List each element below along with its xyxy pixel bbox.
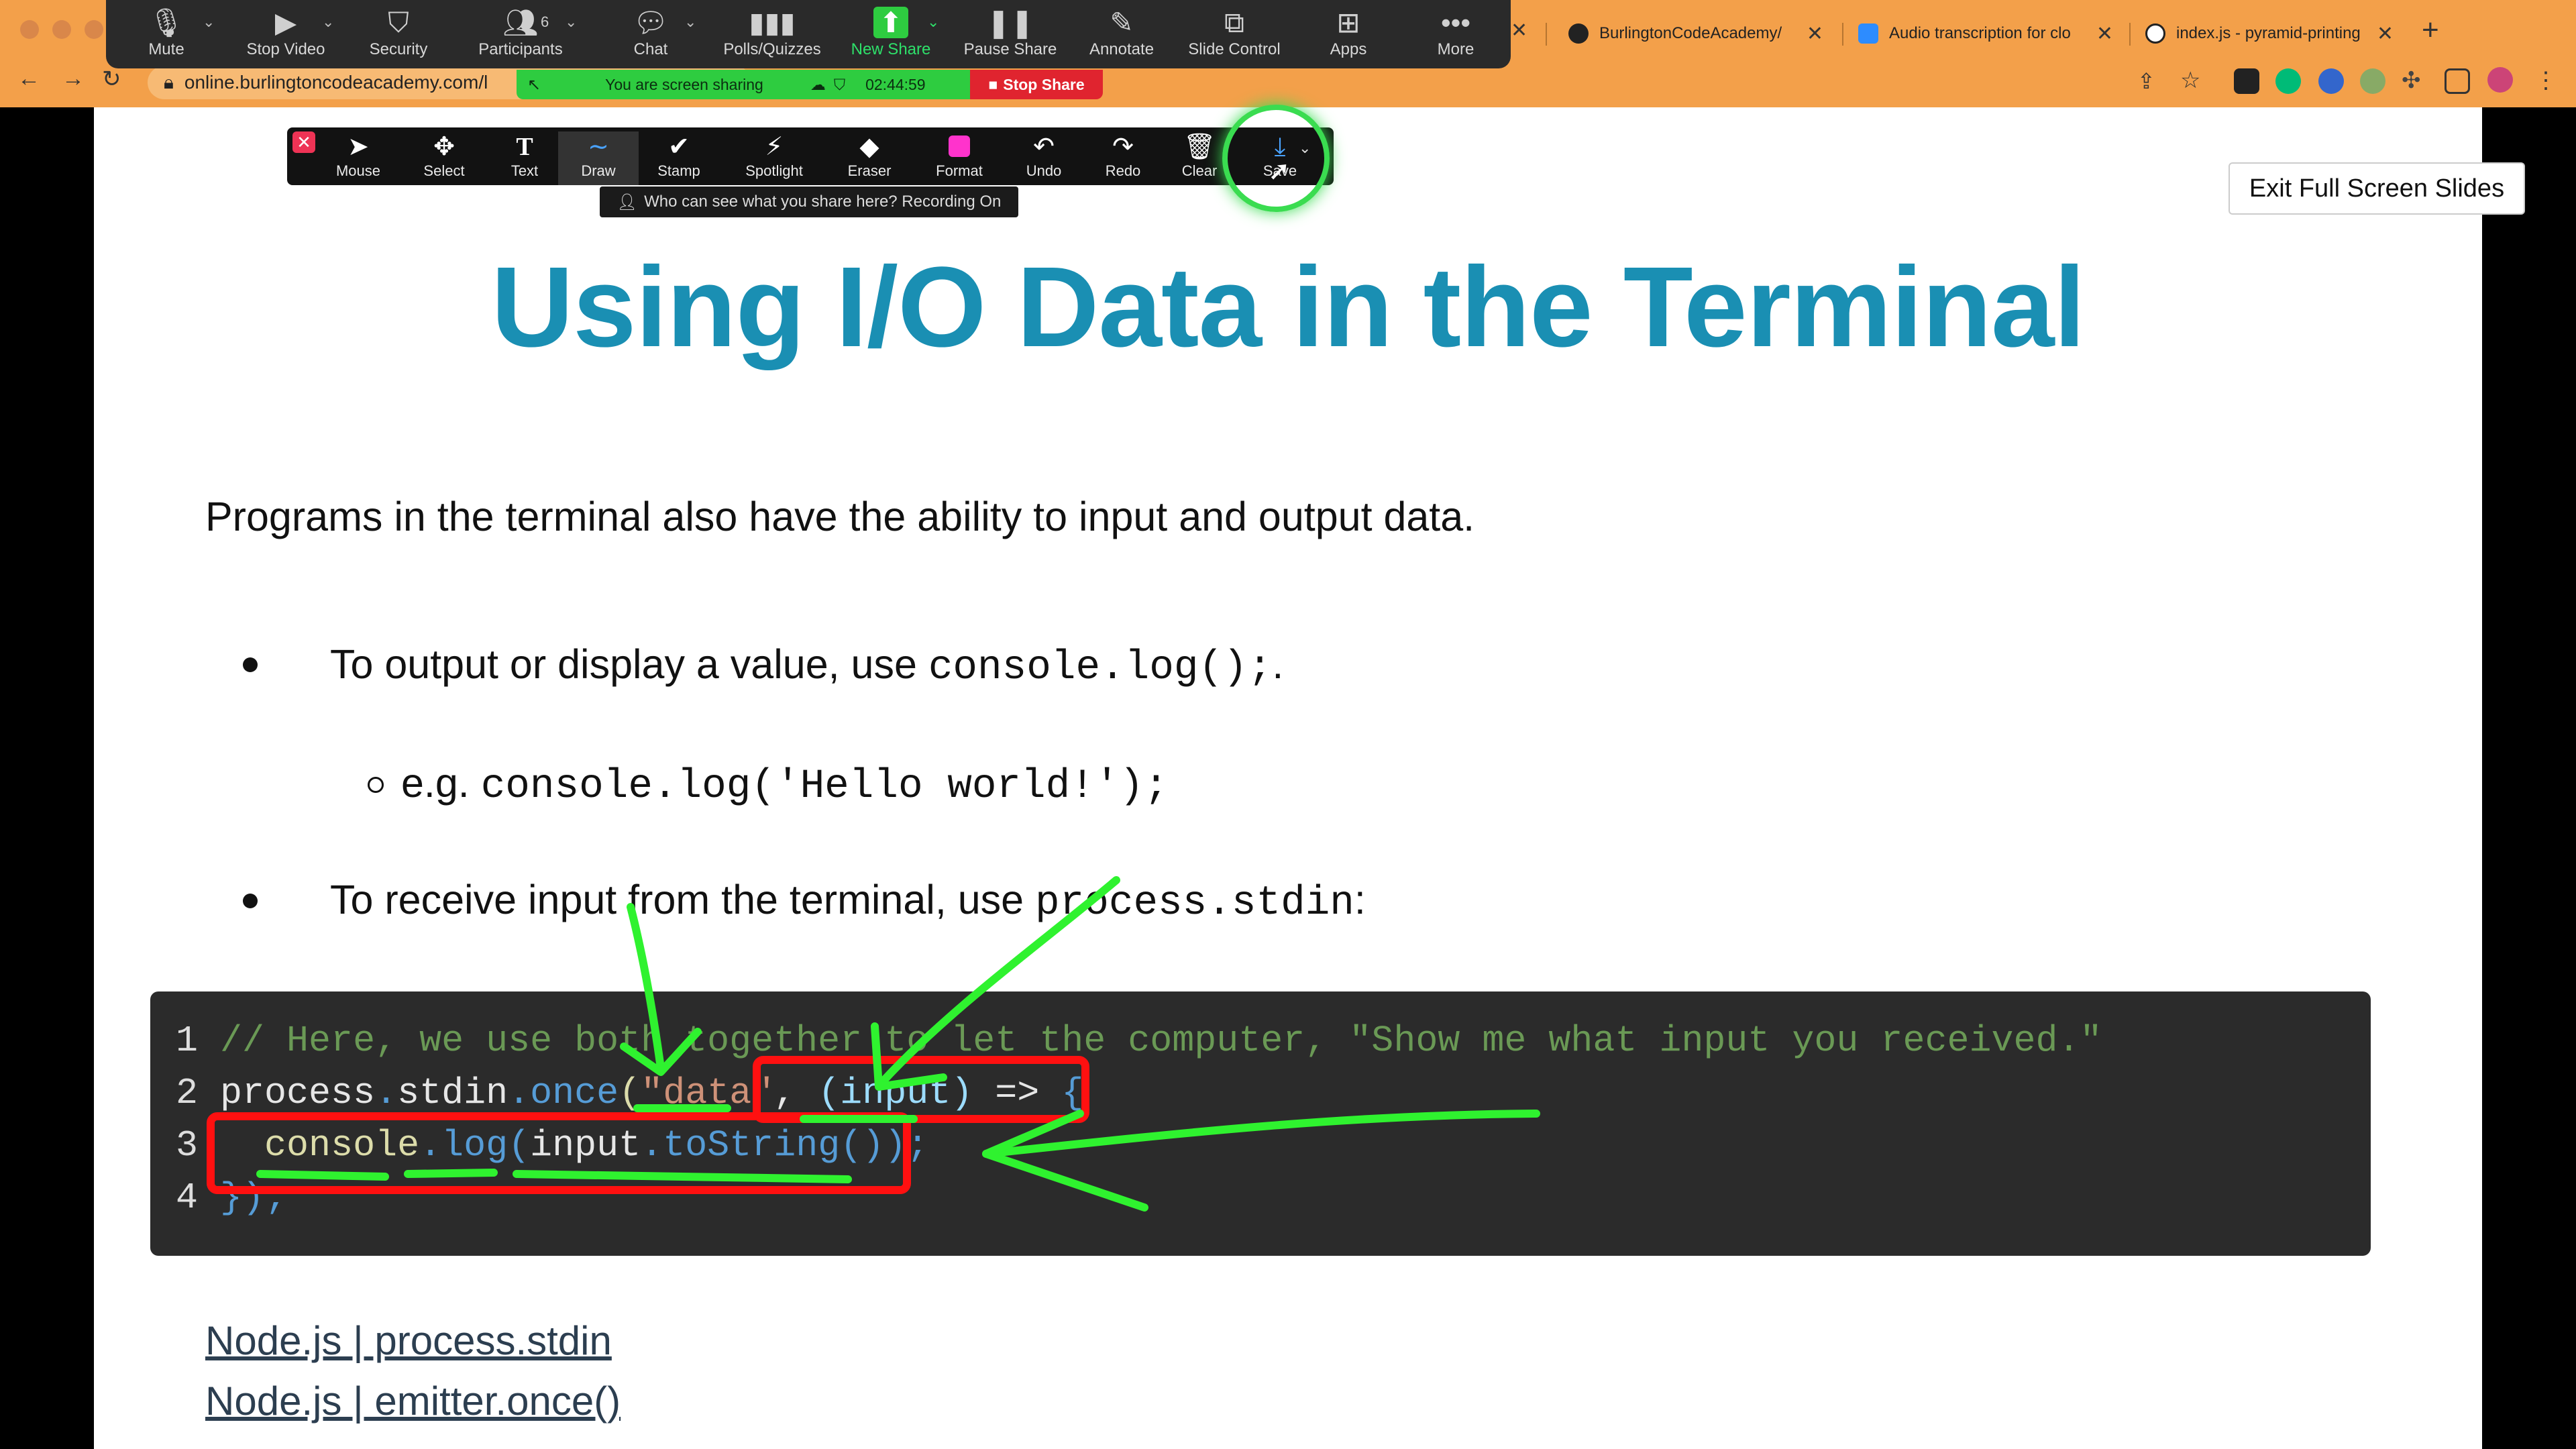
mouse-pointer-icon: ➚ [1268, 156, 1291, 186]
chevron-down-icon[interactable]: ⌄ [322, 13, 334, 31]
participants-icon: 👥︎ [502, 7, 539, 38]
chat-bubble-icon: 💬︎ [633, 7, 669, 38]
green-arrow-stroke [627, 903, 665, 1072]
pen-icon: ✎ [1110, 7, 1134, 38]
cursor-icon: ➤ [347, 133, 369, 161]
pause-icon: ❚❚ [986, 7, 1034, 38]
more-dots-icon: ••• [1440, 7, 1471, 38]
security-button[interactable]: ⛉ Security [352, 5, 445, 66]
tool-draw[interactable]: ∼ Draw [558, 131, 639, 185]
button-label: Stop Share [1003, 75, 1085, 93]
recording-notice[interactable]: 👤︎ Who can see what you share here? Recor… [600, 186, 1018, 217]
redo-icon: ↷ [1112, 133, 1134, 161]
sharing-status-icon: ↖︎ [527, 75, 541, 94]
recording-notice-text: Who can see what you share here? Recordi… [644, 193, 1002, 211]
more-button[interactable]: ••• More [1409, 5, 1503, 66]
trash-icon: 🗑︎ [1183, 133, 1216, 161]
undo-icon: ↶ [1033, 133, 1055, 161]
bar-chart-icon: ▮▮▮ [749, 7, 796, 38]
tool-label: Stamp [657, 162, 700, 179]
chevron-down-icon[interactable]: ⌄ [927, 13, 939, 31]
tool-label: Mouse [335, 162, 381, 179]
button-label: Chat [633, 40, 668, 58]
apps-button[interactable]: ⊞ Apps [1301, 5, 1395, 66]
button-label: Mute [148, 40, 184, 58]
button-label: Pause Share [963, 40, 1057, 58]
microphone-icon: 🎙︎ [148, 7, 184, 38]
eraser-icon: ◆ [859, 133, 879, 161]
button-label: Participants [478, 40, 563, 58]
chevron-down-icon[interactable]: ⌄ [684, 13, 696, 31]
tool-label: Clear [1181, 162, 1218, 179]
chevron-down-icon[interactable]: ⌄ [203, 13, 215, 31]
participant-count: 6 [541, 13, 549, 30]
tool-spotlight[interactable]: ⚡︎ Spotlight [734, 131, 814, 180]
tool-format[interactable]: Format [919, 131, 1000, 180]
tool-label: Text [511, 162, 539, 179]
person-icon: 👤︎ [616, 193, 638, 211]
new-share-button[interactable]: ⬆ New Share [844, 5, 938, 66]
tool-label: Select [423, 162, 465, 179]
format-swatch-icon [949, 136, 970, 157]
tool-label: Spotlight [745, 162, 803, 179]
slide-control-button[interactable]: ⧉ Slide Control [1187, 5, 1281, 66]
button-label: More [1437, 40, 1474, 58]
annotation-overlay [207, 876, 1540, 1212]
button-label: Polls/Quizzes [723, 40, 821, 58]
tool-redo[interactable]: ↷ Redo [1083, 131, 1163, 180]
chevron-down-icon[interactable]: ⌄ [565, 13, 577, 31]
shield-check-icon: ⛉ [833, 75, 846, 93]
pause-share-button[interactable]: ❚❚ Pause Share [963, 5, 1057, 66]
green-underline [404, 1169, 498, 1178]
green-underline [513, 1170, 852, 1183]
checkmark-icon: ✔ [668, 133, 690, 161]
shield-icon: ⛉ [388, 7, 409, 38]
button-label: Apps [1330, 40, 1367, 58]
video-camera-icon: ▶︎ [274, 7, 297, 38]
button-label: Stop Video [246, 40, 325, 58]
share-timer: 02:44:59 [865, 75, 926, 93]
button-label: Slide Control [1188, 40, 1281, 58]
apps-icon: ⊞ [1336, 7, 1360, 38]
cloud-recording-icon: ☁︎ [810, 75, 826, 93]
sharing-status-text: You are screen sharing [605, 75, 763, 93]
spotlight-wand-icon: ⚡︎ [765, 133, 784, 161]
tool-label: Draw [581, 162, 616, 179]
green-arrow-stroke [880, 876, 1120, 1084]
stop-share-button[interactable]: ■ Stop Share [970, 70, 1103, 99]
tool-label: Eraser [847, 162, 892, 179]
tool-eraser[interactable]: ◆ Eraser [829, 131, 910, 180]
chat-button[interactable]: 💬︎ Chat [604, 5, 698, 66]
polls-quizzes-button[interactable]: ▮▮▮ Polls/Quizzes [723, 5, 821, 66]
button-label: Annotate [1089, 40, 1155, 58]
participants-button[interactable]: 👥︎ Participants [474, 5, 568, 66]
button-label: New Share [851, 40, 931, 58]
tool-text[interactable]: T Text [484, 131, 565, 180]
squiggle-icon: ∼ [588, 133, 609, 161]
tool-select[interactable]: ✥ Select [404, 131, 484, 180]
share-arrow-icon: ⬆ [873, 5, 908, 40]
stop-square-icon: ■ [988, 75, 998, 93]
green-underline [256, 1170, 389, 1181]
close-toolbar-icon[interactable]: ✕ [292, 131, 315, 153]
green-arrowhead [982, 1110, 1148, 1212]
annotate-button[interactable]: ✎ Annotate [1075, 5, 1169, 66]
text-t-icon: T [516, 133, 533, 161]
button-label: Security [369, 40, 428, 58]
tool-label: Format [936, 162, 983, 179]
mute-button[interactable]: 🎙︎ Mute [119, 5, 213, 66]
tool-label: Undo [1026, 162, 1062, 179]
slide-control-icon: ⧉ [1224, 7, 1244, 38]
stop-video-button[interactable]: ▶︎ Stop Video [239, 5, 333, 66]
red-highlight-box [753, 1056, 1089, 1123]
tool-label: Redo [1105, 162, 1141, 179]
tool-stamp[interactable]: ✔ Stamp [639, 131, 719, 180]
tool-undo[interactable]: ↶ Undo [1004, 131, 1084, 180]
move-arrows-icon: ✥ [433, 133, 455, 161]
tool-mouse[interactable]: ➤ Mouse [318, 131, 398, 180]
